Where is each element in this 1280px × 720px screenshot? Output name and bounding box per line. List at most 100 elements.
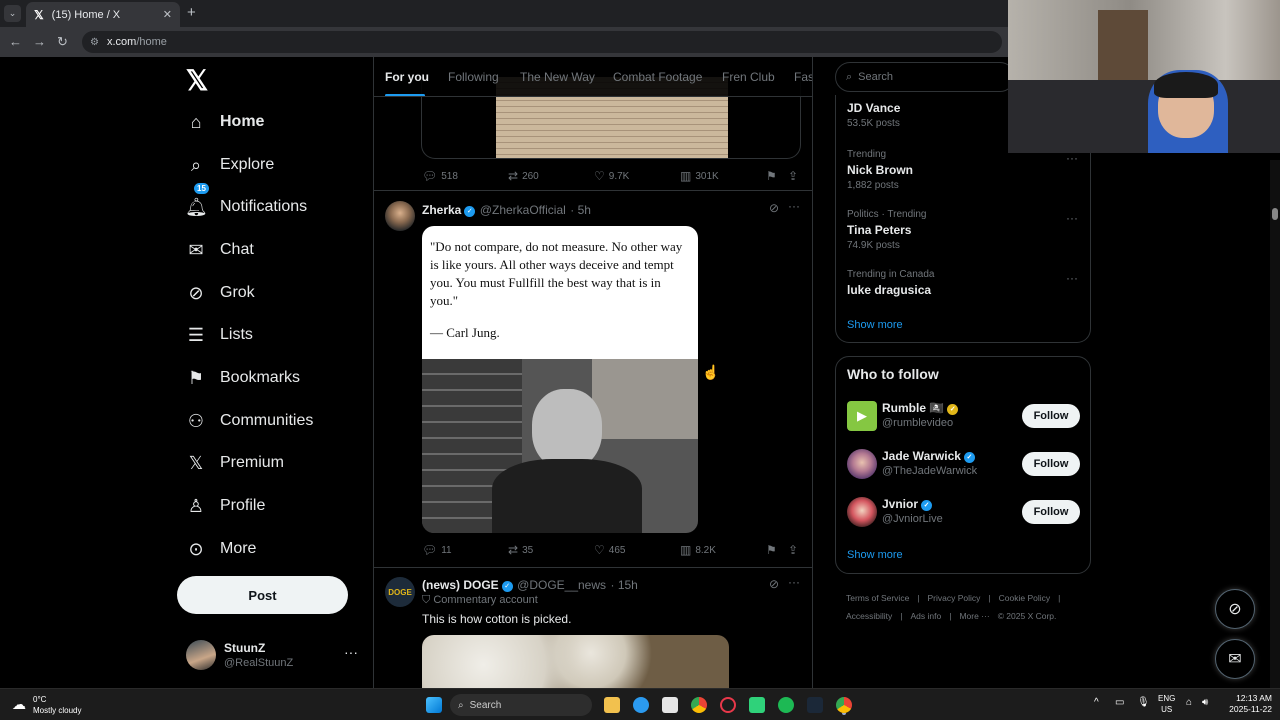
tweet-avatar[interactable] (385, 201, 415, 231)
messages-fab[interactable]: ✉ (1215, 639, 1255, 679)
tweet-author-name[interactable]: Zherka (422, 203, 461, 217)
taskbar-clock[interactable]: 12:13 AM 2025-11-22 (1220, 693, 1272, 715)
rumble-avatar[interactable]: ▶ (847, 401, 877, 431)
tweet-time[interactable]: · 15h (610, 578, 637, 592)
carl-jung-photo[interactable] (422, 359, 698, 533)
suggested-account[interactable]: Rumble 🏴‍☠️ ✓ @rumblevideo (882, 401, 959, 429)
nav-item-bookmarks[interactable]: ⚑ Bookmarks (185, 361, 300, 395)
footer-link[interactable]: Cookie Policy (999, 593, 1051, 603)
tweet-time[interactable]: · 5h (570, 203, 591, 217)
more-icon[interactable]: ··· (788, 199, 800, 213)
nav-item-more[interactable]: ⊙ More (185, 532, 256, 566)
grok-icon[interactable]: ⊘ (769, 201, 779, 215)
scrollbar-thumb[interactable] (1272, 208, 1278, 220)
nav-item-communities[interactable]: ⚇ Communities (185, 404, 313, 438)
reload-button[interactable]: ↻ (57, 34, 68, 50)
opera-icon[interactable] (720, 697, 736, 713)
nav-item-grok[interactable]: ⊘ Grok (185, 276, 254, 310)
jade-avatar[interactable] (847, 449, 877, 479)
share-button[interactable]: ⇪ (788, 169, 798, 183)
tray-overflow-icon[interactable]: ^ (1094, 697, 1099, 708)
who-to-follow-show-more-link[interactable]: Show more (847, 549, 903, 561)
tab-fas[interactable]: Fas (794, 70, 812, 84)
bookmark-button[interactable]: ⚑ (766, 169, 777, 183)
footer-more-link[interactable]: More ··· (959, 611, 989, 621)
tab-the-new-way[interactable]: The New Way (520, 70, 595, 84)
trends-show-more-link[interactable]: Show more (847, 319, 903, 331)
follow-button[interactable]: Follow (1022, 404, 1080, 428)
back-button[interactable]: ← (9, 34, 22, 49)
more-icon[interactable]: ··· (788, 575, 800, 589)
trend-item[interactable]: Trending Nick Brown 1,882 posts (847, 149, 913, 191)
more-icon[interactable]: ··· (1066, 151, 1078, 165)
weather-widget[interactable]: ☁ 0°C Mostly cloudy (10, 692, 100, 718)
reply-button[interactable]: 💬︎ 518 (422, 169, 458, 183)
more-icon[interactable]: ··· (1066, 211, 1078, 225)
tweet-avatar[interactable]: DOGE (385, 577, 415, 607)
suggested-account[interactable]: Jvnior ✓ @JvniorLive (882, 497, 943, 525)
nav-item-premium[interactable]: 𝕏 Premium (185, 446, 284, 480)
footer-link[interactable]: Ads info (911, 611, 942, 621)
tweet-image-quote[interactable]: "Do not compare, do not measure. No othe… (422, 226, 698, 359)
footer-link[interactable]: Accessibility (846, 611, 892, 621)
footer-link[interactable]: Privacy Policy (928, 593, 981, 603)
bookmark-button[interactable]: ⚑ (766, 543, 777, 557)
more-icon[interactable]: ··· (1066, 271, 1078, 285)
nav-item-chat[interactable]: ✉ Chat (185, 233, 253, 267)
reply-button[interactable]: 💬︎ 11 (422, 543, 452, 557)
tab-fren-club[interactable]: Fren Club (722, 70, 775, 84)
trend-item[interactable]: Trending in Canada luke dragusica (847, 269, 934, 297)
views-button[interactable]: ▥ 301K (680, 169, 719, 183)
follow-button[interactable]: Follow (1022, 500, 1080, 524)
tab-for-you[interactable]: For you (385, 70, 429, 84)
trend-item[interactable]: JD Vance 53.5K posts (847, 91, 900, 129)
suggested-account[interactable]: Jade Warwick ✓ @TheJadeWarwick (882, 449, 977, 477)
tab-combat-footage[interactable]: Combat Footage (613, 70, 702, 84)
footer-link[interactable]: Terms of Service (846, 593, 909, 603)
site-info-icon[interactable]: ⚙ (90, 37, 99, 48)
tweet-author-handle[interactable]: @DOGE__news (517, 578, 606, 592)
x-logo-icon[interactable]: 𝕏 (185, 64, 209, 97)
chrome-icon[interactable] (691, 697, 707, 713)
tweet-author-handle[interactable]: @ZherkaOfficial (480, 203, 566, 217)
battery-icon[interactable]: ▭ (1115, 697, 1124, 708)
spotify-icon[interactable] (778, 697, 794, 713)
post-button[interactable]: Post (177, 576, 348, 614)
store-icon[interactable] (662, 697, 678, 713)
tab-list-button[interactable]: ⌄ (4, 5, 21, 22)
file-explorer-icon[interactable] (604, 697, 620, 713)
grok-icon[interactable]: ⊘ (769, 577, 779, 591)
more-icon[interactable]: ··· (344, 644, 358, 660)
views-button[interactable]: ▥ 8.2K (680, 543, 716, 557)
repost-button[interactable]: ⇄ 35 (508, 543, 533, 557)
jvnior-avatar[interactable] (847, 497, 877, 527)
edge-icon[interactable] (633, 697, 649, 713)
like-button[interactable]: ♡ 9.7K (594, 169, 629, 183)
trend-item[interactable]: Politics · Trending Tina Peters 74.9K po… (847, 209, 926, 251)
share-button[interactable]: ⇪ (788, 543, 798, 557)
repost-button[interactable]: ⇄ 260 (508, 169, 539, 183)
forward-button[interactable]: → (33, 34, 46, 49)
microphone-icon[interactable]: 🎙︎ (1137, 697, 1150, 708)
app-icon[interactable] (749, 697, 765, 713)
chrome-active-icon[interactable] (836, 697, 852, 713)
language-indicator[interactable]: ENG US (1158, 693, 1175, 715)
nav-item-profile[interactable]: ♙ Profile (185, 489, 265, 523)
nav-item-lists[interactable]: ☰ Lists (185, 318, 253, 352)
taskbar-search[interactable]: ⌕ Search (450, 694, 592, 716)
volume-icon[interactable]: 🔊︎ (1202, 697, 1208, 708)
tab-following[interactable]: Following (448, 70, 499, 84)
search-input[interactable]: ⌕ Search (835, 62, 1015, 92)
network-icon[interactable]: ⌂ (1186, 697, 1192, 708)
tweet-author-name[interactable]: (news) DOGE (422, 578, 499, 592)
like-button[interactable]: ♡ 465 (594, 543, 625, 557)
nav-item-explore[interactable]: ⌕ Explore (185, 148, 274, 182)
grok-fab[interactable]: ⊘ (1215, 589, 1255, 629)
url-field[interactable]: ⚙ x.com/home (82, 31, 1002, 53)
follow-button[interactable]: Follow (1022, 452, 1080, 476)
start-button[interactable] (426, 697, 442, 713)
new-tab-button[interactable]: + (187, 4, 196, 21)
browser-tab[interactable]: 𝕏 (15) Home / X ✕ (26, 2, 180, 27)
cotton-image[interactable] (422, 635, 729, 688)
close-tab-icon[interactable]: ✕ (163, 8, 172, 21)
